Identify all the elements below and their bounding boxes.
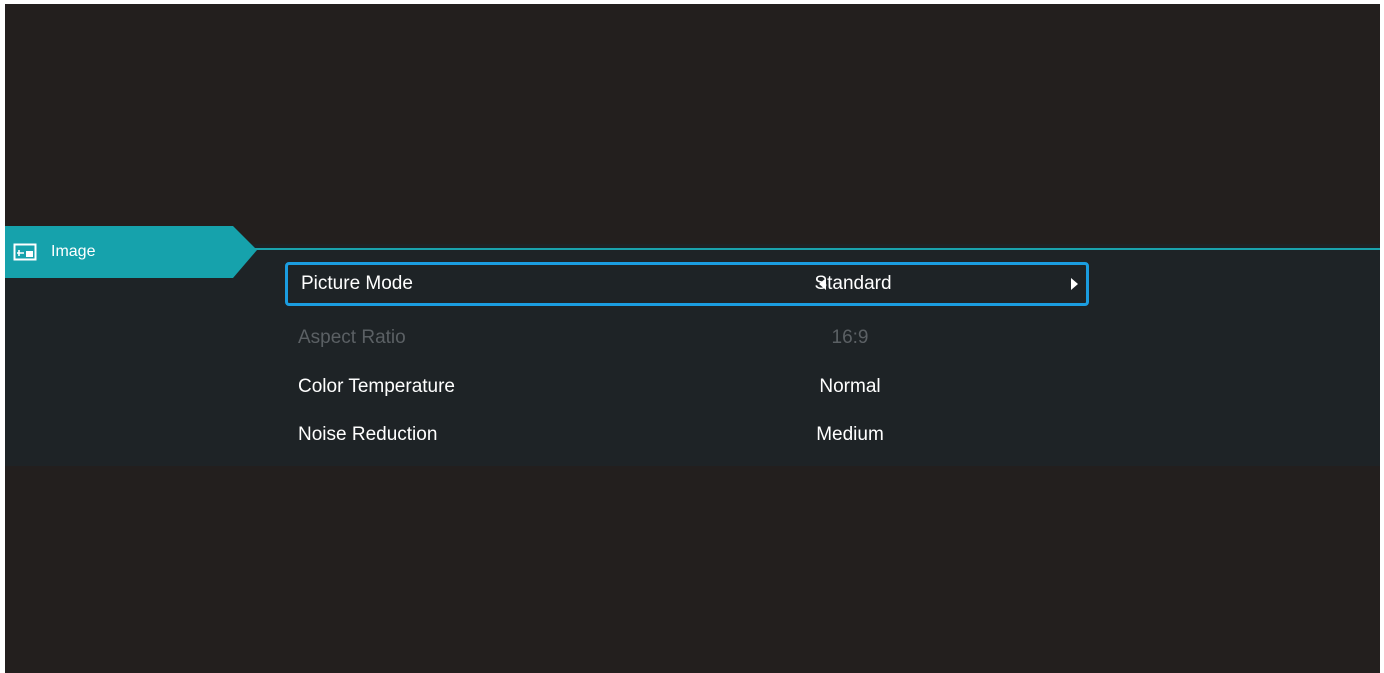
category-label: Image — [51, 243, 96, 260]
color-temperature-label: Color Temperature — [298, 376, 456, 397]
noise-reduction-value: Medium — [816, 424, 884, 445]
menu-item-noise-reduction[interactable]: Noise Reduction Medium — [285, 413, 1089, 457]
picture-mode-label: Picture Mode — [301, 273, 413, 294]
arrow-right-icon[interactable] — [1071, 278, 1078, 290]
menu-item-picture-mode[interactable]: Picture Mode Standard — [285, 262, 1089, 306]
aspect-ratio-label: Aspect Ratio — [298, 327, 406, 348]
color-temperature-value: Normal — [819, 376, 881, 397]
menu-item-color-temperature[interactable]: Color Temperature Normal — [285, 365, 1089, 409]
category-tab-image[interactable]: Image — [5, 226, 257, 278]
aspect-ratio-value: 16:9 — [831, 327, 869, 348]
noise-reduction-label: Noise Reduction — [298, 424, 438, 445]
menu-item-aspect-ratio: Aspect Ratio 16:9 — [285, 316, 1089, 360]
picture-mode-value: Standard — [814, 273, 892, 294]
tv-screen: Image Picture Mode Standard Aspect Ratio… — [5, 4, 1380, 673]
picture-settings-icon — [13, 241, 39, 263]
